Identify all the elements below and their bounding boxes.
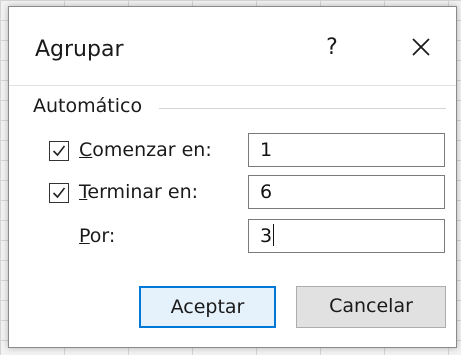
ok-button[interactable]: Aceptar xyxy=(139,286,276,328)
close-button[interactable] xyxy=(403,27,439,67)
check-icon xyxy=(52,145,66,157)
by-input[interactable]: 3 xyxy=(248,219,445,253)
group-label-automatic: Automático xyxy=(33,95,149,117)
group-dialog: Agrupar ? Automático Comenzar en: 1 Term… xyxy=(8,6,457,348)
group-separator-line xyxy=(159,108,446,109)
start-at-label: Comenzar en: xyxy=(79,139,212,161)
start-at-mnemonic: C xyxy=(79,139,93,161)
end-at-value: 6 xyxy=(260,181,273,203)
by-label: Por: xyxy=(79,225,115,247)
text-caret xyxy=(273,223,275,246)
dialog-title: Agrupar xyxy=(35,37,124,62)
start-at-label-text: omenzar en: xyxy=(92,139,212,161)
close-icon xyxy=(412,38,430,56)
title-divider xyxy=(9,85,456,86)
end-at-checkbox[interactable] xyxy=(49,183,69,203)
start-at-checkbox[interactable] xyxy=(49,141,69,161)
cancel-button[interactable]: Cancelar xyxy=(296,286,446,328)
by-value: 3 xyxy=(260,225,273,247)
start-at-input[interactable]: 1 xyxy=(248,133,445,167)
end-at-input[interactable]: 6 xyxy=(248,175,445,209)
check-icon xyxy=(52,187,66,199)
help-icon: ? xyxy=(326,35,338,60)
by-label-text: or: xyxy=(89,225,116,247)
end-at-label: Terminar en: xyxy=(79,181,198,203)
start-at-value: 1 xyxy=(260,139,273,161)
end-at-label-text: erminar en: xyxy=(87,181,199,203)
by-mnemonic: P xyxy=(79,225,90,247)
help-button[interactable]: ? xyxy=(317,31,347,65)
